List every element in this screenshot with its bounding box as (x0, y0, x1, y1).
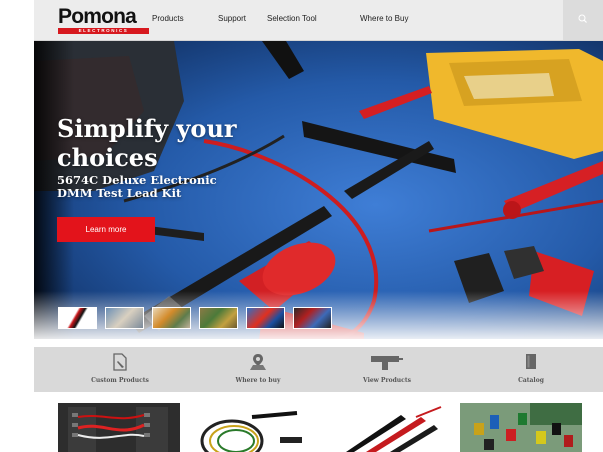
product-tile-4[interactable] (460, 403, 582, 452)
view-products-link[interactable]: View Products (327, 347, 447, 392)
search-icon (578, 14, 587, 23)
logo-tagline: ELECTRONICS (58, 28, 149, 34)
view-products-label: View Products (363, 377, 411, 384)
slide-thumb-1[interactable] (58, 307, 97, 329)
slide-thumb-5[interactable] (246, 307, 285, 329)
connectors-image (460, 403, 582, 452)
product-tile-1[interactable] (58, 403, 180, 452)
learn-more-button[interactable]: Learn more (57, 217, 155, 242)
tool-icon (371, 356, 403, 370)
patch-panel-image (58, 403, 180, 452)
nav-selection-tool[interactable]: Selection Tool (267, 14, 317, 23)
slide-thumb-4[interactable] (199, 307, 238, 329)
catalog-book-icon (526, 354, 536, 369)
hero-title: Simplify your choices (57, 114, 237, 172)
feature-strip: Custom Products Where to buy View Produc… (34, 347, 603, 392)
test-probes-image (326, 403, 448, 452)
top-nav: Pomona ELECTRONICS Products Support Sele… (34, 0, 603, 41)
map-pin-icon (250, 354, 266, 370)
product-tile-3[interactable] (326, 403, 448, 452)
nav-where-to-buy[interactable]: Where to Buy (360, 14, 408, 23)
where-to-buy-link[interactable]: Where to buy (198, 347, 318, 392)
search-button[interactable] (563, 0, 603, 40)
hero-subtitle: 5674C Deluxe Electronic DMM Test Lead Ki… (57, 173, 217, 200)
custom-products-label: Custom Products (91, 377, 149, 384)
logo-wordmark: Pomona (58, 5, 137, 28)
page-frame: Pomona ELECTRONICS Products Support Sele… (34, 0, 603, 452)
nav-products[interactable]: Products (152, 14, 184, 23)
custom-products-link[interactable]: Custom Products (60, 347, 180, 392)
where-to-buy-label: Where to buy (235, 377, 281, 384)
coiled-cable-image (192, 403, 314, 452)
hero-text-block: Simplify your choices 5674C Deluxe Elect… (57, 114, 257, 200)
product-tile-2[interactable] (192, 403, 314, 452)
catalog-link[interactable]: Catalog (471, 347, 591, 392)
slide-thumb-2[interactable] (105, 307, 144, 329)
slide-thumb-3[interactable] (152, 307, 191, 329)
slide-thumb-6[interactable] (293, 307, 332, 329)
catalog-label: Catalog (518, 377, 544, 384)
custom-products-icon (113, 353, 127, 371)
hero-banner: Simplify your choices 5674C Deluxe Elect… (34, 41, 603, 339)
nav-support[interactable]: Support (218, 14, 246, 23)
pomona-logo[interactable]: Pomona ELECTRONICS (58, 6, 150, 36)
